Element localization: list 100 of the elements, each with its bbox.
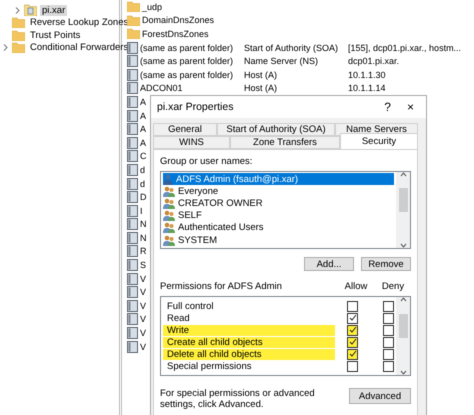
record-name: V xyxy=(139,342,146,352)
record-icon xyxy=(127,340,138,353)
tree-item[interactable]: Reverse Lookup Zones xyxy=(28,17,130,28)
dialog-button[interactable]: Add... xyxy=(304,257,354,271)
scrollbar[interactable] xyxy=(396,297,410,375)
record-name: V xyxy=(139,300,146,311)
deny-checkbox[interactable] xyxy=(383,348,394,360)
deny-checkbox[interactable] xyxy=(383,312,394,324)
record-name: A xyxy=(139,124,146,134)
record-icon xyxy=(127,42,138,54)
tab[interactable]: General xyxy=(153,123,217,136)
record-icon xyxy=(127,327,138,340)
allow-checkbox[interactable] xyxy=(347,324,358,336)
allow-checkbox[interactable] xyxy=(347,336,358,348)
record-icon xyxy=(127,150,138,162)
record-name: d xyxy=(139,164,146,175)
record-name: V xyxy=(139,287,146,298)
allow-checkbox[interactable] xyxy=(347,348,358,360)
record-type: Start of Authority (SOA) xyxy=(244,42,340,53)
help-button[interactable]: ? xyxy=(376,100,399,114)
advanced-button[interactable]: Advanced xyxy=(349,388,411,404)
record-name: S xyxy=(139,260,146,270)
users-icon xyxy=(163,186,175,197)
record-icon xyxy=(127,82,138,94)
record-name: N xyxy=(139,219,146,230)
deny-checkbox[interactable] xyxy=(383,336,394,348)
record-name: A xyxy=(139,138,146,148)
record-name: C xyxy=(139,151,146,162)
zone-icon xyxy=(24,4,37,16)
tree-item[interactable]: pi.xar xyxy=(40,4,68,16)
record-name: d xyxy=(139,178,146,189)
record-name: A xyxy=(139,96,146,107)
scroll-down-icon[interactable] xyxy=(400,370,406,375)
group-item[interactable]: Authenticated Users xyxy=(163,222,394,234)
deny-checkbox[interactable] xyxy=(383,324,394,336)
user-icon xyxy=(163,174,173,185)
users-icon xyxy=(163,222,175,234)
scroll-down-icon[interactable] xyxy=(400,243,406,248)
record-icon xyxy=(127,204,138,217)
users-icon xyxy=(163,234,175,246)
permission-name: Write xyxy=(163,324,336,336)
dialog-title: pi.xar Properties xyxy=(157,101,234,113)
expand-caret-icon[interactable] xyxy=(2,44,9,52)
record-icon xyxy=(127,232,138,244)
record-icon xyxy=(127,259,138,272)
folder-icon xyxy=(12,42,25,54)
permission-name: Read xyxy=(166,312,191,324)
tab[interactable]: Security xyxy=(340,133,418,149)
record-data: 10.1.1.30 xyxy=(348,70,386,80)
allow-checkbox[interactable] xyxy=(347,360,358,372)
permission-name: Special permissions xyxy=(166,360,252,372)
allow-header: Allow xyxy=(344,281,368,292)
scroll-up-icon[interactable] xyxy=(400,172,406,177)
record-icon xyxy=(127,245,138,258)
tree-item[interactable]: Trust Points xyxy=(28,30,82,41)
group-item[interactable]: ADFS Admin (fsauth@pi.xar) xyxy=(163,173,394,186)
record-icon xyxy=(127,110,138,122)
record-data: 10.1.1.14 xyxy=(348,83,386,94)
allow-checkbox[interactable] xyxy=(347,300,358,312)
deny-header: Deny xyxy=(380,281,406,292)
close-button[interactable]: × xyxy=(398,100,422,114)
tab[interactable]: Start of Authority (SOA) xyxy=(217,123,335,136)
folder-icon xyxy=(12,17,25,28)
record-name: N xyxy=(139,232,146,243)
allow-checkbox[interactable] xyxy=(347,312,358,324)
record-icon xyxy=(127,68,138,81)
record-name: V xyxy=(139,274,146,284)
record-icon xyxy=(127,55,138,68)
group-item[interactable]: SELF xyxy=(163,210,394,222)
record-name: ADCON01 xyxy=(139,83,184,94)
scrollbar[interactable] xyxy=(396,172,410,248)
record-icon xyxy=(127,218,138,230)
tree-item[interactable]: Conditional Forwarders xyxy=(28,42,130,54)
scroll-thumb[interactable] xyxy=(398,188,408,212)
deny-checkbox[interactable] xyxy=(383,300,394,312)
tab[interactable]: Zone Transfers xyxy=(230,136,340,149)
folder-icon xyxy=(127,28,140,40)
users-icon xyxy=(163,198,175,209)
record-name: V xyxy=(139,314,146,324)
group-item[interactable]: Everyone xyxy=(163,185,394,198)
record-name: _udp xyxy=(141,2,162,12)
scroll-thumb[interactable] xyxy=(398,314,408,338)
dialog-button[interactable]: Remove xyxy=(361,257,411,271)
record-data: [155], dcp01.pi.xar., hostm... xyxy=(348,42,462,53)
expand-caret-icon[interactable] xyxy=(14,6,21,14)
record-icon xyxy=(127,136,138,149)
folder-icon xyxy=(12,30,25,41)
group-item[interactable]: CREATOR OWNER xyxy=(163,197,394,210)
record-icon xyxy=(127,123,138,136)
group-item[interactable]: SYSTEM xyxy=(163,234,394,246)
scroll-up-icon[interactable] xyxy=(400,297,406,302)
tab[interactable]: WINS xyxy=(153,136,230,149)
deny-checkbox[interactable] xyxy=(383,360,394,372)
record-icon xyxy=(127,164,138,176)
record-name: (same as parent folder) xyxy=(139,70,234,80)
folder-icon xyxy=(127,14,140,26)
record-icon xyxy=(127,96,138,108)
record-type: Host (A) xyxy=(244,83,278,94)
record-name: (same as parent folder) xyxy=(139,42,234,53)
group-label: Group or user names: xyxy=(160,156,254,167)
